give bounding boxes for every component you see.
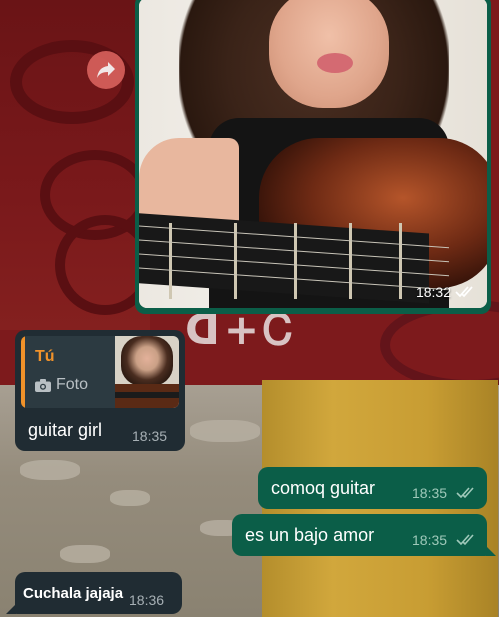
photo-message-time: 18:32 [415,284,451,300]
incoming-message[interactable]: Cuchala jajaja 18:36 [6,572,182,614]
camera-icon [35,378,51,392]
photo-fret [349,223,352,299]
photo-message[interactable]: 18:32 [135,0,491,314]
forward-button[interactable] [87,51,125,89]
bubble-tail [486,546,496,556]
wallpaper-stone [190,420,260,442]
outgoing-message[interactable]: es un bajo amor 18:35 [232,514,496,556]
message-text: comoq guitar [271,478,376,498]
message-time: 18:35 [412,485,448,501]
bubble-tail [6,604,16,614]
wallpaper-stone [110,490,150,506]
quoted-type: Foto [35,376,88,394]
double-check-icon [456,534,474,546]
double-check-read-icon [455,286,473,298]
quote-accent-bar [21,336,25,408]
message-text: guitar girl [28,420,103,440]
message-time: 18:35 [132,428,168,444]
wallpaper-stone [60,545,110,563]
message-text: es un bajo amor [245,525,375,545]
quoted-photo-thumbnail [115,336,179,408]
message-time: 18:36 [129,592,165,608]
photo-message-meta: 18:32 [416,284,475,300]
message-text: Cuchala jajaja [23,585,124,602]
quoted-message[interactable]: Tú Foto [21,336,179,408]
double-check-icon [456,487,474,499]
photo-tongue [317,53,353,73]
photo-fret [169,223,172,299]
quoted-type-label: Foto [56,376,89,393]
reply-message-bubble[interactable]: Tú Foto guitar girl 18:35 [15,330,185,451]
photo-image[interactable]: 18:32 [139,0,487,308]
wallpaper-stone [20,460,80,480]
outgoing-message[interactable]: comoq guitar 18:35 [258,467,487,509]
forward-arrow-icon [97,62,115,78]
message-time: 18:35 [412,532,448,548]
quoted-author: Tú [35,348,55,365]
photo-fret [294,223,297,299]
photo-fret [399,223,402,299]
